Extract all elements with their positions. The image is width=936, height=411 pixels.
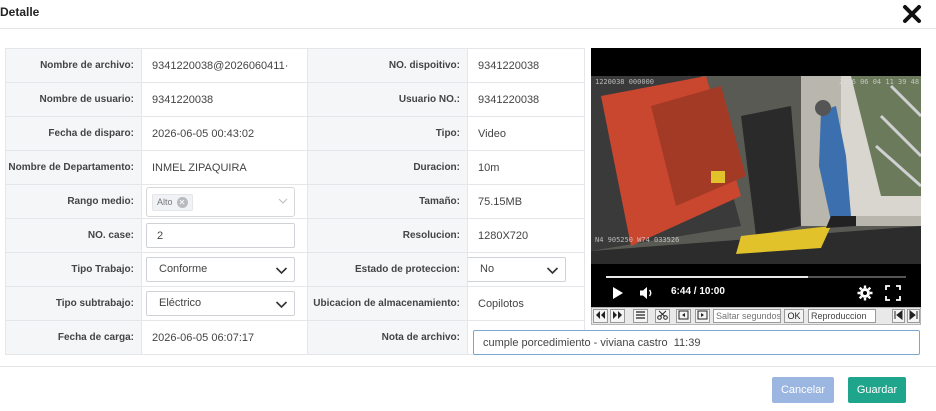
value-fecha-carga: 2026-06-05 06:07:17 (141, 320, 308, 355)
label-fecha-disparo: Fecha de disparo: (5, 116, 142, 151)
tipo-trabajo-select[interactable]: Conforme (146, 257, 295, 282)
video-controls: 6:44 / 10:00 (591, 264, 921, 307)
video-player[interactable]: 1220038 000000 2026 06 04 11 39 48 N4 90… (591, 48, 921, 307)
cell-rango-medio: Alto ✕ (141, 184, 308, 219)
value-duracion: 10m (467, 150, 585, 185)
label-nombre-departamento: Nombre de Departamento: (5, 150, 142, 185)
detail-form: Nombre de archivo: 9341220038@2026060411… (5, 48, 585, 355)
osd-gps: N4 905250 W74 033526 (595, 236, 680, 244)
playback-toolbar: OK Reproduccion (591, 307, 921, 325)
chevron-down-icon (275, 267, 288, 275)
skip-end-icon[interactable] (907, 309, 920, 323)
video-progress-fill (606, 276, 809, 278)
nota-archivo-input[interactable] (473, 330, 920, 355)
video-progress-bar[interactable] (606, 276, 906, 278)
list-icon[interactable] (633, 309, 648, 323)
tipo-subtrabajo-value: Eléctrico (159, 297, 202, 309)
value-nombre-departamento: INMEL ZIPAQUIRA (141, 150, 308, 185)
playback-speed-select[interactable]: Reproduccion (808, 309, 876, 323)
value-tamano: 75.15MB (467, 184, 585, 219)
label-tipo: Tipo: (307, 116, 468, 151)
label-tipo-trabajo: Tipo Trabajo: (5, 252, 142, 287)
frame-forward-icon[interactable] (695, 309, 710, 323)
form-row: Rango medio: Alto ✕ Tamaño: 75.15MB (5, 184, 585, 219)
label-nombre-archivo: Nombre de archivo: (5, 48, 142, 83)
label-tamano: Tamaño: (307, 184, 468, 219)
label-rango-medio: Rango medio: (5, 184, 142, 219)
cell-tipo-trabajo: Conforme (141, 252, 308, 287)
label-ubicacion: Ubicacion de almacenamiento: (307, 286, 468, 321)
chevron-down-icon (278, 198, 288, 204)
label-nombre-usuario: Nombre de usuario: (5, 82, 142, 117)
close-icon[interactable] (901, 3, 923, 25)
fullscreen-icon[interactable] (885, 285, 901, 301)
cell-no-case (141, 218, 308, 253)
form-row: NO. case: Resolucion: 1280X720 (5, 218, 585, 253)
rango-medio-tag: Alto ✕ (152, 193, 193, 211)
value-resolucion: 1280X720 (467, 218, 585, 253)
dialog-title: Detalle (0, 5, 40, 19)
no-case-input[interactable] (146, 223, 295, 248)
tag-remove-icon[interactable]: ✕ (176, 196, 188, 208)
volume-icon[interactable] (639, 286, 655, 300)
osd-device-id: 1220038 000000 (595, 78, 655, 86)
value-usuario-no: 9341220038 (467, 82, 585, 117)
value-nombre-usuario: 9341220038 (141, 82, 308, 117)
play-icon[interactable] (612, 286, 624, 300)
estado-proteccion-select[interactable]: No (468, 257, 566, 282)
save-button[interactable]: Guardar (848, 377, 906, 403)
value-ubicacion: Copilotos (467, 286, 585, 321)
dialog-footer-divider (0, 366, 936, 367)
skip-seconds-input[interactable] (713, 309, 781, 323)
label-resolucion: Resolucion: (307, 218, 468, 253)
label-duracion: Duracion: (307, 150, 468, 185)
label-no-dispositivo: NO. dispoitivo: (307, 48, 468, 83)
tipo-trabajo-value: Conforme (159, 263, 208, 275)
scissors-icon[interactable] (655, 309, 670, 323)
rango-medio-tag-label: Alto (157, 197, 173, 207)
osd-timestamp: 2026 06 04 11 39 48 (839, 78, 920, 86)
label-usuario-no: Usuario NO.: (307, 82, 468, 117)
form-row: Tipo Trabajo: Conforme Estado de protecc… (5, 252, 585, 287)
label-no-case: NO. case: (5, 218, 142, 253)
label-tipo-subtrabajo: Tipo subtrabajo: (5, 286, 142, 321)
tipo-subtrabajo-select[interactable]: Eléctrico (146, 291, 295, 316)
cell-estado-proteccion: No (467, 252, 585, 287)
cancel-button[interactable]: Cancelar (772, 377, 834, 403)
dialog-header: Detalle (0, 0, 936, 29)
video-time: 6:44 / 10:00 (671, 286, 725, 297)
form-row: Fecha de disparo: 2026-06-05 00:43:02 Ti… (5, 116, 585, 151)
frame-back-icon[interactable] (676, 309, 691, 323)
label-fecha-carga: Fecha de carga: (5, 320, 142, 355)
label-estado-proteccion: Estado de proteccion: (307, 252, 468, 287)
value-tipo: Video (467, 116, 585, 151)
label-nota-archivo: Nota de archivo: (307, 320, 468, 355)
video-frame[interactable]: 1220038 000000 2026 06 04 11 39 48 N4 90… (591, 76, 921, 264)
form-row: Nombre de archivo: 9341220038@2026060411… (5, 48, 585, 83)
chevron-down-icon (546, 267, 559, 275)
cell-tipo-subtrabajo: Eléctrico (141, 286, 308, 321)
rango-medio-select[interactable]: Alto ✕ (146, 186, 295, 217)
estado-proteccion-value: No (480, 263, 495, 275)
settings-gear-icon[interactable] (857, 285, 873, 301)
chevron-down-icon (275, 301, 288, 309)
form-row: Nombre de usuario: 9341220038 Usuario NO… (5, 82, 585, 117)
form-row: Nombre de Departamento: INMEL ZIPAQUIRA … (5, 150, 585, 185)
fast-forward-icon[interactable] (610, 309, 625, 323)
ok-button[interactable]: OK (784, 309, 804, 323)
value-no-dispositivo: 9341220038 (467, 48, 585, 83)
value-fecha-disparo: 2026-06-05 00:43:02 (141, 116, 308, 151)
form-row: Tipo subtrabajo: Eléctrico Ubicacion de … (5, 286, 585, 321)
value-nombre-archivo: 9341220038@2026060411· (141, 48, 308, 83)
skip-start-icon[interactable] (892, 309, 905, 323)
rewind-icon[interactable] (593, 309, 608, 323)
